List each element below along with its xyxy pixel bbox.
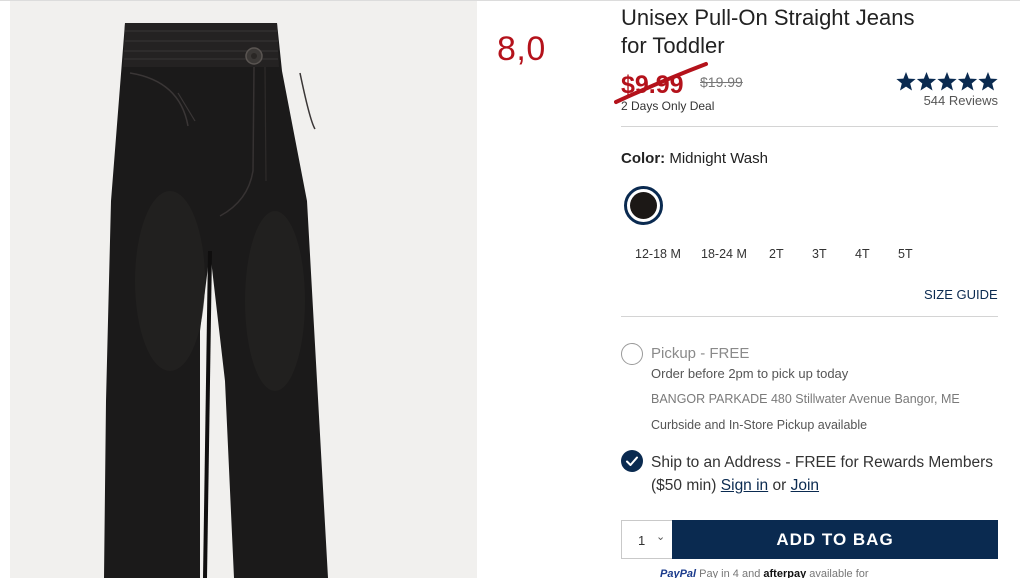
product-image[interactable]: [10, 1, 477, 578]
ship-label: Ship to an Address - FREE for Rewards Me…: [651, 454, 993, 494]
divider: [621, 126, 998, 127]
reviews-link[interactable]: 544 Reviews: [898, 93, 998, 108]
store-city: Bangor, ME: [894, 392, 960, 406]
paypal-icon: PayPal: [660, 568, 697, 578]
color-swatch-selected[interactable]: [624, 186, 663, 225]
price-overlay-text: 8,0: [497, 30, 546, 68]
pickup-note: Order before 2pm to pick up today: [651, 366, 849, 381]
sign-in-link[interactable]: Sign in: [721, 477, 768, 494]
and-text: and: [741, 568, 761, 578]
swatch-fill: [630, 192, 657, 219]
afterpay-icon: afterpay: [763, 568, 807, 578]
add-to-bag-button[interactable]: ADD TO BAG: [672, 520, 998, 559]
pickup-title: Pickup - FREE: [651, 345, 750, 362]
star-icon: [916, 72, 937, 91]
jeans-illustration: [104, 23, 328, 578]
size-option[interactable]: 12-18 M: [635, 247, 681, 261]
star-icon: [957, 72, 978, 91]
curbside-note: Curbside and In-Store Pickup available: [651, 418, 868, 432]
divider: [621, 316, 998, 317]
size-option[interactable]: 2T: [769, 247, 784, 261]
star-icon: [896, 72, 916, 91]
product-title: Unisex Pull-On Straight Jeans for Toddle…: [621, 4, 1001, 60]
ship-option: Ship to an Address - FREE for Rewards Me…: [651, 451, 996, 497]
quantity-value: 1: [638, 533, 646, 548]
original-price: $19.99: [700, 74, 743, 90]
ship-radio-checked[interactable]: [621, 450, 643, 472]
product-title-line2: for Toddler: [621, 33, 725, 58]
payment-options: PayPal Pay in 4 and afterpay available f…: [660, 568, 869, 578]
size-guide-link[interactable]: SIZE GUIDE: [924, 287, 998, 302]
color-label: Color:: [621, 150, 666, 167]
or-text: or: [772, 477, 787, 494]
chevron-down-icon: ⌄: [656, 531, 666, 543]
product-title-line1: Unisex Pull-On Straight Jeans: [621, 5, 915, 30]
size-option[interactable]: 18-24 M: [701, 247, 747, 261]
paypal-text: Pay in 4: [699, 568, 739, 578]
rating-stars[interactable]: [896, 71, 998, 93]
color-label-row: Color: Midnight Wash: [621, 150, 768, 167]
store-address: 480 Stillwater Avenue: [770, 392, 891, 406]
join-link[interactable]: Join: [791, 477, 819, 494]
store-name: BANGOR PARKADE: [651, 392, 768, 406]
quantity-select[interactable]: 1 ⌄: [621, 520, 673, 559]
pickup-radio[interactable]: [621, 343, 643, 365]
checkmark-icon: [626, 456, 638, 466]
available-text: available for: [809, 568, 869, 578]
star-icon: [978, 72, 998, 91]
store-info: BANGOR PARKADE 480 Stillwater Avenue Ban…: [651, 392, 960, 406]
size-option[interactable]: 5T: [898, 247, 913, 261]
deal-note: 2 Days Only Deal: [621, 99, 715, 113]
size-option[interactable]: 4T: [855, 247, 870, 261]
size-option[interactable]: 3T: [812, 247, 827, 261]
color-value: Midnight Wash: [669, 150, 768, 167]
star-icon: [937, 72, 957, 91]
